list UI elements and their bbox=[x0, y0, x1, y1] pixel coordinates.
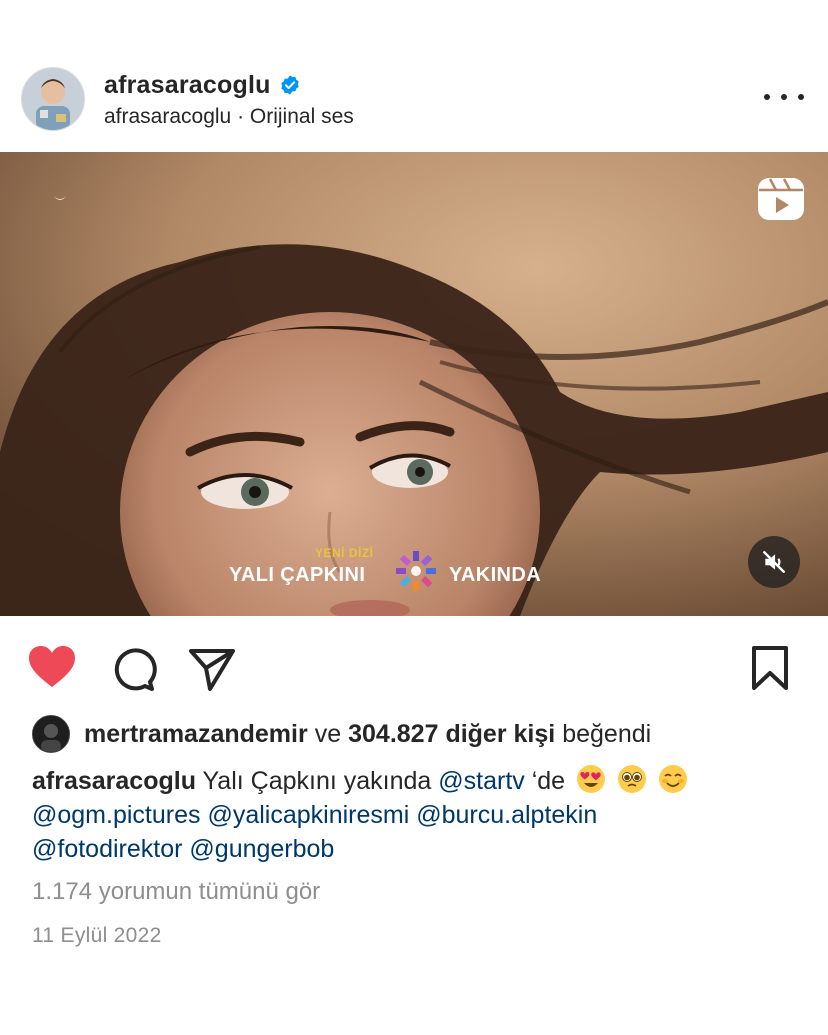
caption-mention[interactable]: @gungerbob bbox=[189, 835, 334, 863]
dot bbox=[764, 94, 770, 100]
star-tv-logo-icon bbox=[396, 551, 436, 591]
caption-after-mention: ‘de bbox=[531, 767, 566, 795]
caption-mention[interactable]: @startv bbox=[438, 767, 525, 795]
promo-title: YALI ÇAPKINI bbox=[229, 564, 366, 586]
liker-username[interactable]: mertramazandemir bbox=[84, 720, 308, 749]
caption-text: Yalı Çapkını yakında bbox=[202, 767, 432, 795]
smiling-face-emoji bbox=[658, 765, 687, 793]
post-caption: afrasaracoglu Yalı Çapkını yakında @star… bbox=[32, 764, 812, 866]
mute-toggle-button[interactable] bbox=[748, 536, 800, 588]
verified-badge-icon bbox=[280, 75, 299, 95]
send-icon[interactable] bbox=[186, 642, 238, 694]
caption-mention[interactable]: @fotodirektor bbox=[32, 835, 182, 863]
view-all-comments-link[interactable]: 1.174 yorumun tümünü gör bbox=[32, 878, 320, 906]
caption-mention[interactable]: @burcu.alptekin bbox=[416, 801, 597, 829]
dot bbox=[798, 94, 804, 100]
post-date: 11 Eylül 2022 bbox=[32, 924, 162, 947]
caption-author[interactable]: afrasaracoglu bbox=[32, 767, 196, 795]
dot bbox=[781, 94, 787, 100]
promo-overlay: YENİ DİZİ YALI ÇAPKINI YAKINDA bbox=[229, 542, 569, 602]
promo-soon: YAKINDA bbox=[449, 564, 542, 586]
likes-summary[interactable]: mertramazandemir ve 304.827 diğer kişi b… bbox=[32, 712, 658, 756]
more-horizontal-icon[interactable] bbox=[764, 86, 804, 108]
pleading-face-emoji bbox=[618, 765, 646, 793]
profile-avatar[interactable] bbox=[21, 67, 85, 131]
promo-tag: YENİ DİZİ bbox=[315, 546, 374, 560]
comment-icon[interactable] bbox=[106, 642, 158, 694]
likes-suffix: beğendi bbox=[562, 719, 652, 748]
caption-line-3: @fotodirektor @gungerbob bbox=[32, 832, 812, 866]
reel-video[interactable]: YENİ DİZİ YALI ÇAPKINI YAKINDA bbox=[0, 152, 828, 616]
post-actions bbox=[0, 636, 828, 696]
heart-eyes-emoji bbox=[577, 765, 606, 793]
likes-connector: ve bbox=[314, 719, 342, 748]
heart-filled-icon[interactable] bbox=[26, 642, 78, 694]
bookmark-icon[interactable] bbox=[744, 642, 796, 694]
post-username[interactable]: afrasaracoglu bbox=[104, 71, 271, 100]
caption-mention[interactable]: @yalicapkiniresmi bbox=[207, 801, 409, 829]
liker-avatar[interactable] bbox=[32, 715, 70, 753]
caption-mention[interactable]: @ogm.pictures bbox=[32, 801, 201, 829]
caption-line-2: @ogm.pictures @yalicapkiniresmi @burcu.a… bbox=[32, 798, 812, 832]
speaker-muted-icon bbox=[763, 551, 785, 573]
likes-count[interactable]: 304.827 diğer kişi bbox=[348, 720, 555, 749]
caption-line-1: afrasaracoglu Yalı Çapkını yakında @star… bbox=[32, 764, 812, 798]
post-header: afrasaracoglu afrasaracoglu · Orijinal s… bbox=[0, 62, 828, 134]
reels-icon bbox=[758, 178, 804, 220]
audio-subtitle[interactable]: afrasaracoglu · Orijinal ses bbox=[104, 105, 354, 129]
